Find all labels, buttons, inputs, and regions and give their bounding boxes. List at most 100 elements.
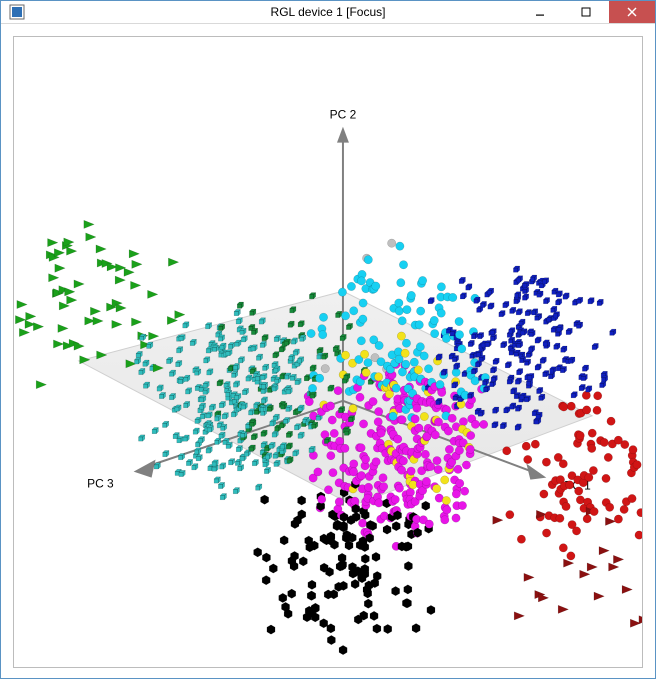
data-point [542,529,550,537]
data-point [251,345,257,351]
data-point [524,455,532,463]
data-point [535,314,541,320]
data-point [516,309,522,315]
data-point [543,370,549,376]
data-point [454,363,460,369]
data-point [312,422,318,428]
data-point [491,375,497,381]
pca-3d-scatter[interactable]: PC 2 PC 1 PC 3 [14,37,642,667]
data-point [503,447,511,455]
data-point [265,453,271,459]
data-point [479,355,485,361]
data-point [530,275,536,281]
data-point [392,384,400,392]
data-point [308,580,316,589]
data-point [420,412,428,420]
data-point [560,403,568,411]
data-point [214,477,220,483]
data-point [65,288,75,296]
data-point [554,343,560,349]
data-point [177,437,183,443]
data-point [185,388,191,394]
data-point [526,351,532,357]
data-point [605,503,613,511]
data-point [517,535,525,543]
data-point [344,429,350,435]
data-point [344,373,350,379]
data-point [221,424,227,430]
data-point [580,570,590,578]
data-point [513,266,519,272]
data-point [441,476,449,484]
data-point [360,350,368,358]
data-point [588,429,596,437]
data-point [357,444,365,452]
data-point [471,333,477,339]
data-point [235,393,241,399]
data-point [336,437,344,445]
data-point [364,599,372,608]
data-point [280,443,286,449]
data-point [448,414,456,422]
data-point [280,536,288,545]
data-point [583,515,591,523]
data-point [249,409,255,415]
data-point [326,402,334,410]
data-point [431,431,439,439]
data-point [175,311,185,319]
data-point [436,398,442,404]
data-point [395,299,403,307]
data-point [576,322,582,328]
data-point [269,564,277,573]
minimize-button[interactable] [517,1,563,23]
data-point [383,525,391,534]
data-point [474,297,480,303]
data-point [222,413,228,419]
data-point [422,477,430,485]
data-point [341,444,349,452]
data-point [373,624,381,633]
data-point [198,437,204,443]
data-point [507,378,513,384]
data-point [218,482,224,488]
data-point [357,277,365,285]
titlebar[interactable]: RGL device 1 [Focus] [1,1,655,24]
data-point [359,420,367,428]
data-point [514,297,520,303]
maximize-button[interactable] [563,1,609,23]
data-point [17,300,27,308]
data-point [242,388,248,394]
data-point [610,329,616,335]
data-point [262,335,268,341]
data-point [19,328,29,336]
data-point [499,311,505,317]
data-point [588,444,596,452]
data-point [143,360,149,366]
data-point [577,297,583,303]
data-point [510,307,516,313]
close-button[interactable] [609,1,655,23]
data-point [226,442,232,448]
data-point [542,458,550,466]
data-point [597,299,603,305]
data-point [459,417,467,425]
data-point [402,339,410,347]
data-point [372,282,380,290]
data-point [233,381,239,387]
data-point [500,422,506,428]
data-point [179,335,185,341]
data-point [309,446,315,452]
data-point [299,557,307,566]
data-point [262,575,270,584]
data-point [195,369,201,375]
data-point [422,501,430,510]
data-point [179,470,185,476]
data-point [154,463,160,469]
data-point [454,465,462,473]
data-point [186,459,192,465]
data-point [288,321,294,327]
data-point [522,294,528,300]
data-point [586,386,592,392]
data-point [566,328,572,334]
data-point [407,291,415,299]
